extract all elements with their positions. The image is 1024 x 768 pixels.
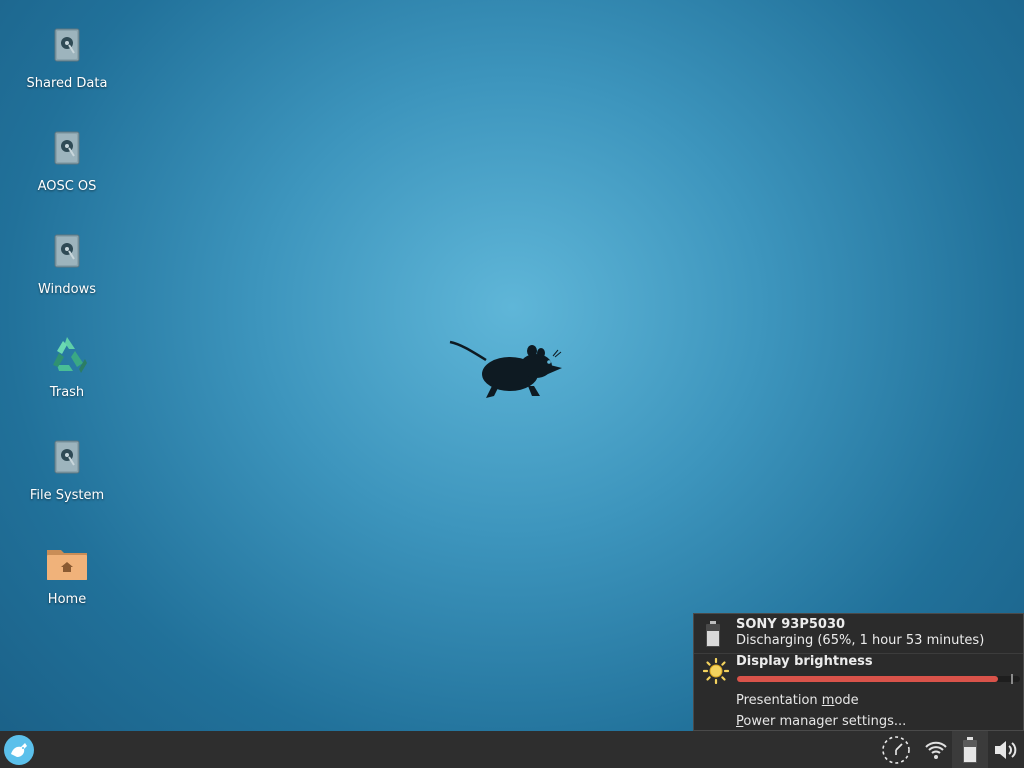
- tray-wifi[interactable]: [920, 731, 952, 768]
- desktop-icon-home[interactable]: Home: [17, 540, 117, 608]
- recycle-icon: [53, 337, 87, 373]
- tray-clock[interactable]: [878, 731, 914, 768]
- drive-icon: [54, 131, 80, 165]
- desktop-icon-label: Trash: [49, 385, 85, 400]
- brightness-slider[interactable]: [737, 674, 1020, 684]
- tray-volume[interactable]: [990, 731, 1022, 768]
- battery-device-row: SONY 93P5030 Discharging (65%, 1 hour 53…: [694, 616, 1023, 652]
- wifi-icon: [925, 741, 947, 759]
- desktop-icon-label: Shared Data: [26, 76, 108, 91]
- presentation-mode-item[interactable]: Presentation mode: [736, 693, 859, 708]
- desktop-icon-label: File System: [29, 488, 105, 503]
- desktop-icon-shared-data[interactable]: Shared Data: [17, 24, 117, 92]
- battery-icon: [706, 621, 720, 647]
- presentation-mode-label-prefix: Presentation: [736, 693, 822, 708]
- drive-icon: [54, 28, 80, 62]
- power-manager-popup: SONY 93P5030 Discharging (65%, 1 hour 53…: [693, 613, 1024, 731]
- battery-icon: [963, 736, 977, 763]
- bottom-panel: [0, 731, 1024, 768]
- brightness-row: Display brightness: [694, 654, 1023, 690]
- presentation-mode-mnemonic: m: [821, 693, 835, 708]
- battery-device-name: SONY 93P5030: [736, 617, 846, 632]
- clock-icon: [882, 735, 910, 764]
- desktop-icon-label: Windows: [37, 282, 97, 297]
- drive-icon: [54, 234, 80, 268]
- brightness-slider-fill: [737, 676, 998, 682]
- desktop-icon-trash[interactable]: Trash: [17, 333, 117, 401]
- drive-icon: [54, 440, 80, 474]
- desktop-icon-windows[interactable]: Windows: [17, 230, 117, 298]
- presentation-mode-label-suffix: ode: [834, 693, 859, 708]
- xfce-menu-icon[interactable]: [3, 734, 35, 766]
- brightness-slider-handle[interactable]: [1011, 674, 1013, 684]
- brightness-title: Display brightness: [736, 654, 873, 669]
- battery-status: Discharging (65%, 1 hour 53 minutes): [736, 633, 985, 648]
- brightness-sun-icon: [703, 658, 729, 684]
- xfce-mouse-logo: [449, 340, 562, 398]
- desktop-icon-label: Home: [47, 592, 87, 607]
- desktop-icon-aosc-os[interactable]: AOSC OS: [17, 127, 117, 195]
- power-manager-settings-item[interactable]: Power manager settings...: [736, 714, 906, 729]
- settings-label-suffix: ower manager settings...: [743, 714, 907, 729]
- tray-battery[interactable]: [952, 731, 988, 768]
- home-folder-icon: [47, 550, 87, 580]
- desktop-icon-file-system[interactable]: File System: [17, 436, 117, 504]
- desktop-icon-label: AOSC OS: [37, 179, 97, 194]
- volume-icon: [995, 740, 1017, 759]
